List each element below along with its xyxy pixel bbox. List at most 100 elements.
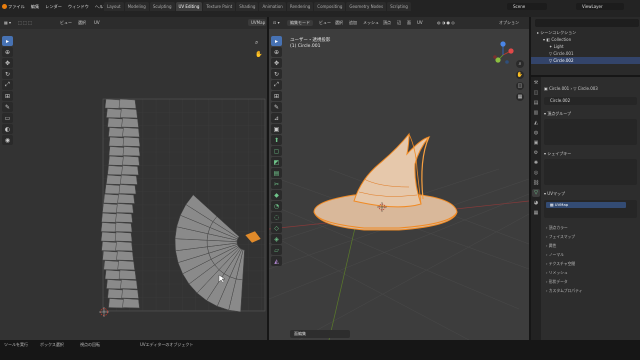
3d-viewport[interactable] xyxy=(268,29,530,341)
edge-slide-icon[interactable]: ◇ xyxy=(271,223,282,233)
uv-zoom-icon[interactable]: ⌕ xyxy=(255,39,258,47)
section-attributes[interactable]: › 属性 xyxy=(546,243,636,249)
viewport-canvas[interactable] xyxy=(268,29,530,341)
object-tab-icon[interactable]: ▣ xyxy=(532,139,540,147)
outliner-search[interactable] xyxy=(535,19,639,27)
bevel-icon[interactable]: ◩ xyxy=(271,157,282,167)
outliner-scene-collection[interactable]: ▸ シーンコレクション xyxy=(531,29,640,36)
transform-icon[interactable]: ⊞ xyxy=(271,91,282,101)
viewport-footer-panel[interactable]: 面編集 xyxy=(290,330,350,338)
grid-icon[interactable]: ▦ xyxy=(516,93,524,101)
tab-layout[interactable]: Layout xyxy=(104,2,124,11)
move-icon[interactable]: ✥ xyxy=(271,58,282,68)
menu-file[interactable]: ファイル xyxy=(8,4,25,10)
section-remesh[interactable]: › リメッシュ xyxy=(546,270,636,276)
scene-tab-icon[interactable]: ◭ xyxy=(532,119,540,127)
tab-animation[interactable]: Animation xyxy=(259,2,286,11)
output-tab-icon[interactable]: ▤ xyxy=(532,99,540,107)
tab-modeling[interactable]: Modeling xyxy=(124,2,149,11)
scale-icon[interactable]: ⤢ xyxy=(2,80,13,90)
move-icon[interactable]: ✥ xyxy=(2,58,13,68)
uv-editor-area[interactable]: ⌕ ✋ xyxy=(0,29,267,340)
render-tab-icon[interactable]: ◫ xyxy=(532,89,540,97)
section-vertex-groups[interactable]: ▾ 頂点グループ xyxy=(544,111,637,117)
mode-selector[interactable]: 編集モード xyxy=(287,20,313,26)
navigation-gizmo[interactable] xyxy=(493,41,514,64)
cursor-icon[interactable]: ⊕ xyxy=(271,47,282,57)
tab-sculpting[interactable]: Sculpting xyxy=(149,2,175,11)
inset-icon[interactable]: ▢ xyxy=(271,146,282,156)
section-vertex-colors[interactable]: › 頂点カラー xyxy=(546,225,636,231)
loop-cut-icon[interactable]: ▤ xyxy=(271,168,282,178)
vp-menu-add[interactable]: 追加 xyxy=(349,20,357,26)
poly-build-icon[interactable]: ◆ xyxy=(271,190,282,200)
uv-pan-icon[interactable]: ✋ xyxy=(255,51,262,58)
shrink-icon[interactable]: ◈ xyxy=(271,234,282,244)
section-shape-keys[interactable]: ▾ シェイプキー xyxy=(544,151,637,157)
rotate-icon[interactable]: ↻ xyxy=(2,69,13,79)
relax-icon[interactable]: ◐ xyxy=(2,124,13,134)
blender-logo-icon[interactable] xyxy=(2,4,7,9)
menu-render[interactable]: レンダー xyxy=(45,4,62,10)
smooth-icon[interactable]: ◌ xyxy=(271,212,282,222)
rip-icon[interactable]: ◭ xyxy=(271,256,282,266)
section-face-maps[interactable]: › フェイスマップ xyxy=(546,234,636,240)
section-texture-space[interactable]: › テクスチャ空間 xyxy=(546,261,636,267)
vp-menu-mesh[interactable]: メッシュ xyxy=(363,20,379,26)
zoom-icon[interactable]: ⌕ xyxy=(516,60,524,68)
viewlayer-selector[interactable]: ViewLayer xyxy=(576,3,624,10)
add-cube-icon[interactable]: ▣ xyxy=(271,124,282,134)
knife-icon[interactable]: ✂ xyxy=(271,179,282,189)
editor-type-icon[interactable]: ▦ ▾ xyxy=(4,20,11,25)
pinch-icon[interactable]: ◉ xyxy=(2,135,13,145)
vp-menu-face[interactable]: 面 xyxy=(407,20,411,26)
constraints-tab-icon[interactable]: ⛓ xyxy=(532,179,540,187)
vp-menu-select[interactable]: 選択 xyxy=(335,20,343,26)
section-custom-properties[interactable]: › カスタムプロパティ xyxy=(546,288,636,294)
view-layer-tab-icon[interactable]: ▥ xyxy=(532,109,540,117)
vertex-groups-list[interactable] xyxy=(544,119,637,145)
uvmap-chip[interactable]: UVMap xyxy=(248,19,266,26)
annotate-icon[interactable]: ✎ xyxy=(271,102,282,112)
uv-select-mode-icons[interactable]: ⬚ ⬚ ⬚ xyxy=(18,20,32,25)
outliner-item-circle002[interactable]: ▽ Circle.002 xyxy=(531,57,640,64)
camera-icon[interactable]: ◫ xyxy=(516,82,524,90)
select-box-icon[interactable]: ▸ xyxy=(271,36,282,46)
vp-menu-edge[interactable]: 辺 xyxy=(397,20,401,26)
annotate-icon[interactable]: ✎ xyxy=(2,102,13,112)
uvmap-list-item[interactable]: ▦ UVMap xyxy=(546,202,626,208)
select-box-icon[interactable]: ▸ xyxy=(2,36,13,46)
uv-canvas[interactable] xyxy=(0,29,267,340)
modifier-tab-icon[interactable]: ⚙ xyxy=(532,149,540,157)
vp-menu-uv[interactable]: UV xyxy=(417,20,423,25)
menu-edit[interactable]: 編集 xyxy=(31,4,39,10)
mesh-name-field[interactable]: Circle.002 xyxy=(544,97,637,105)
uv-maps-list[interactable]: ▦ UVMap xyxy=(544,200,637,218)
options-menu[interactable]: オプション xyxy=(499,20,519,26)
outliner-item-collection[interactable]: ▾ ◧ Collection xyxy=(531,36,640,43)
tab-geometry-nodes[interactable]: Geometry Nodes xyxy=(346,2,387,11)
tab-texture-paint[interactable]: Texture Paint xyxy=(203,2,236,11)
menu-window[interactable]: ウィンドウ xyxy=(68,4,89,10)
physics-tab-icon[interactable]: ◎ xyxy=(532,169,540,177)
extrude-icon[interactable]: ⬆ xyxy=(271,135,282,145)
measure-icon[interactable]: ⊿ xyxy=(271,113,282,123)
tool-tab-icon[interactable]: ⚒ xyxy=(532,79,540,87)
outliner-item-circle001[interactable]: ▽ Circle.001 xyxy=(531,50,640,57)
tab-rendering[interactable]: Rendering xyxy=(286,2,314,11)
section-uv-maps[interactable]: ▾ UVマップ xyxy=(544,191,637,197)
texture-tab-icon[interactable]: ▦ xyxy=(532,209,540,217)
outliner-item-light[interactable]: ✦ Light xyxy=(531,43,640,50)
spin-icon[interactable]: ◔ xyxy=(271,201,282,211)
shape-keys-list[interactable] xyxy=(544,159,637,185)
tab-shading[interactable]: Shading xyxy=(236,2,259,11)
tab-scripting[interactable]: Scripting xyxy=(387,2,411,11)
shading-icons[interactable]: ◍ ◑ ● ◎ xyxy=(437,20,455,25)
material-tab-icon[interactable]: ◕ xyxy=(532,199,540,207)
cursor-icon[interactable]: ⊕ xyxy=(2,47,13,57)
transform-icon[interactable]: ⊞ xyxy=(2,91,13,101)
uv-menu-view[interactable]: ビュー xyxy=(60,20,72,26)
tab-compositing[interactable]: Compositing xyxy=(314,2,346,11)
tab-uv-editing[interactable]: UV Editing xyxy=(175,2,203,11)
section-geometry-data[interactable]: › 形状データ xyxy=(546,279,636,285)
